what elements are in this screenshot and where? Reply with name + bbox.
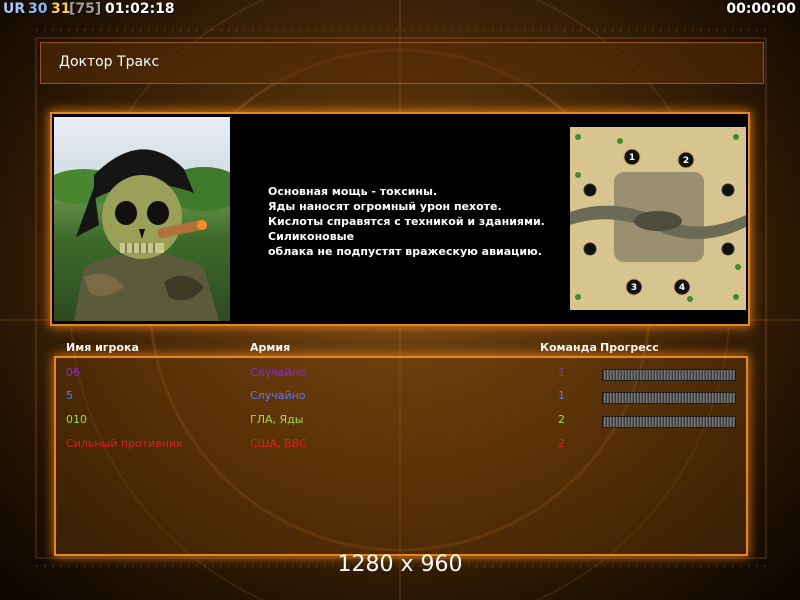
player-row: Сильный противник США, ВВС 2 <box>56 435 746 455</box>
player-row: 5 Случайно 1 <box>56 387 746 407</box>
loading-progress-bar <box>602 392 736 404</box>
general-description: Основная мощь - токсины. Яды наносят огр… <box>268 184 588 259</box>
player-army: ГЛА, Яды <box>250 413 304 426</box>
title-bar: Доктор Тракс <box>40 42 764 84</box>
general-name: Доктор Тракс <box>59 54 160 70</box>
hud-value-c: [75] <box>69 1 102 17</box>
description-line: Кислоты справятся с техникой и зданиями. <box>268 215 545 228</box>
header-progress: Прогресс <box>600 341 659 354</box>
hud-timer: 00:00:00 <box>726 1 796 17</box>
loading-progress-bar <box>602 416 736 428</box>
skull-soldier-icon <box>54 149 230 321</box>
header-player-name: Имя игрока <box>66 341 139 354</box>
start-position-label: 1 <box>629 153 635 163</box>
hud-clock: 01:02:18 <box>105 1 175 17</box>
resolution-label: 1280 x 960 <box>337 552 463 577</box>
player-name: 010 <box>66 413 87 426</box>
start-position-label: 3 <box>631 283 637 293</box>
description-line: Яды наносят огромный урон пехоте. <box>268 200 502 213</box>
player-list: 06 Случайно 1 5 Случайно 1 010 ГЛА, Яды … <box>56 358 746 554</box>
header-team: Команда <box>540 341 597 354</box>
description-line: Силиконовые <box>268 230 355 243</box>
player-team: 1 <box>558 366 565 379</box>
hud-value-a: 30 <box>28 1 48 17</box>
header-army: Армия <box>250 341 291 354</box>
description-line: облака не подпустят вражескую авиацию. <box>268 245 542 258</box>
general-info-panel: Основная мощь - токсины. Яды наносят огр… <box>52 114 748 324</box>
hud-bar: UR 30 31 [75] 01:02:18 00:00:00 <box>0 0 800 18</box>
player-team: 1 <box>558 389 565 402</box>
hud-value-b: 31 <box>51 1 71 17</box>
player-army: Случайно <box>250 389 306 402</box>
player-name: 5 <box>66 389 73 402</box>
player-name: Сильный противник <box>66 437 183 450</box>
player-army: США, ВВС <box>250 437 307 450</box>
player-row: 010 ГЛА, Яды 2 <box>56 411 746 431</box>
player-team: 2 <box>558 437 565 450</box>
start-position-label: 2 <box>683 156 689 166</box>
player-name: 06 <box>66 366 80 379</box>
player-army: Случайно <box>250 366 306 379</box>
player-row: 06 Случайно 1 <box>56 364 746 384</box>
loading-progress-bar <box>602 369 736 381</box>
general-portrait <box>54 117 230 321</box>
map-terrain: 1 2 3 4 <box>570 127 746 310</box>
hud-ur-label: UR <box>3 1 26 17</box>
start-position-label: 4 <box>679 283 685 293</box>
map-preview[interactable]: 1 2 3 4 <box>570 119 746 318</box>
player-team: 2 <box>558 413 565 426</box>
description-line: Основная мощь - токсины. <box>268 185 438 198</box>
